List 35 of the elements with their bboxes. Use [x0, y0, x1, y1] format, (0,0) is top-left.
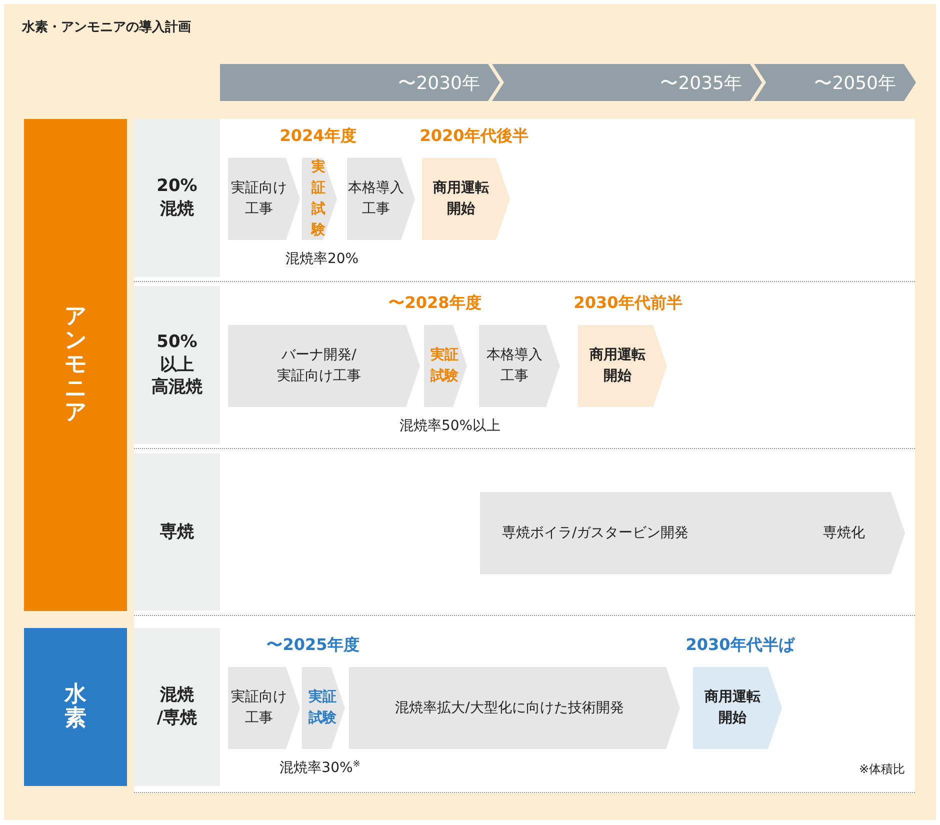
lane-label: 混焼: [160, 684, 194, 707]
process-step: バーナ開発/実証向け工事: [228, 325, 420, 407]
milestone-label: 2030年代半ば: [686, 635, 794, 656]
ratio-note: 混焼率30%$^{※}$: [280, 759, 360, 777]
lane-label: 高混焼: [152, 376, 202, 400]
process-step: 実証試験: [302, 667, 345, 749]
chart-title: 水素・アンモニアの導入計画: [22, 18, 192, 34]
step-text: 専焼ボイラ/ガスタービン開発: [502, 524, 689, 542]
lane-label: 50%: [156, 330, 198, 354]
process-step: 実証向け工事: [228, 667, 300, 749]
process-step: 実証試験: [424, 325, 467, 407]
step-text: 専焼化: [823, 524, 865, 542]
process-step: 混焼率拡大/大型化に向けた技術開発: [349, 667, 680, 749]
ratio-note: 混焼率50%以上: [399, 417, 501, 435]
lane-label: 混焼: [160, 198, 194, 221]
milestone-label: 2020年代後半: [420, 126, 528, 147]
category-label: 水素: [24, 628, 127, 786]
category-label: アンモニア: [24, 119, 127, 611]
process-step: 商用運転開始: [693, 667, 782, 749]
ratio-note: 混焼率20%: [285, 250, 359, 268]
milestone-label: 2024年度: [280, 126, 356, 147]
process-step: 実証試験: [302, 158, 337, 240]
footnote: ※体積比: [858, 761, 905, 778]
milestone-label: 2030年代前半: [574, 293, 682, 314]
lane-label: 専焼: [160, 520, 194, 544]
lane-label: 20%: [156, 175, 198, 198]
milestone-label: 〜2028年度: [388, 293, 482, 314]
process-step: 本格導入工事: [479, 325, 560, 407]
lane-label: /専焼: [156, 707, 198, 730]
process-step: 商用運転開始: [422, 158, 510, 240]
milestone-label: 〜2025年度: [266, 635, 360, 656]
process-step: 商用運転開始: [578, 325, 667, 407]
process-step: 実証向け工事: [228, 158, 300, 240]
lane-label: 以上: [160, 354, 194, 376]
process-step: 本格導入工事: [347, 158, 415, 240]
